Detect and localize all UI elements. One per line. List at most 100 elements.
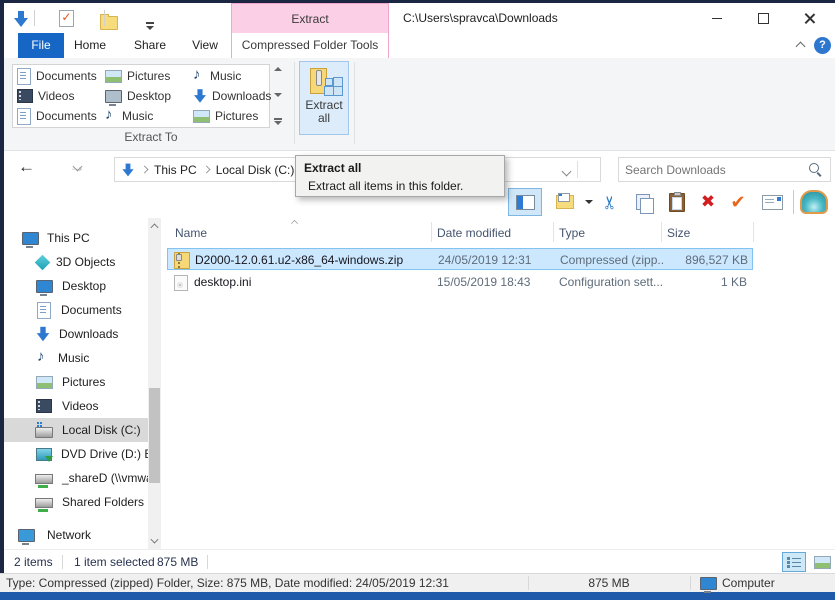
search-input[interactable] <box>619 163 809 177</box>
tab-home[interactable]: Home <box>67 33 113 58</box>
search-box <box>618 157 831 182</box>
tab-compressed-folder-tools[interactable]: Compressed Folder Tools <box>231 33 389 58</box>
sidebar-item-3d-objects[interactable]: 3D Objects <box>4 250 148 274</box>
gallery-scroll-up-icon[interactable] <box>274 67 282 71</box>
gallery-scroll-down-icon[interactable] <box>274 93 282 97</box>
sidebar-item-music[interactable]: Music <box>4 346 148 370</box>
cube-icon <box>35 254 51 270</box>
minimize-button[interactable] <box>696 3 738 33</box>
column-date-modified[interactable]: Date modified <box>437 222 511 244</box>
tab-share[interactable]: Share <box>127 33 173 58</box>
cut-button[interactable] <box>598 188 624 216</box>
folder-icon[interactable] <box>100 16 118 30</box>
column-name[interactable]: Name <box>175 222 207 244</box>
document-icon <box>17 68 31 85</box>
column-divider[interactable] <box>553 222 554 242</box>
extract-to-desktop[interactable]: Desktop <box>105 86 193 106</box>
tab-file[interactable]: File <box>18 33 64 58</box>
tooltip-body: Extract all items in this folder. <box>304 179 496 193</box>
extract-to-music-2[interactable]: Music <box>105 106 193 126</box>
column-divider[interactable] <box>753 222 754 242</box>
email-button[interactable] <box>759 188 785 216</box>
file-row-zip[interactable]: D2000-12.0.61.u2-x86_64-windows.zip 24/0… <box>167 248 753 270</box>
breadcrumb-separator-icon <box>141 166 149 174</box>
paste-button[interactable] <box>664 188 690 216</box>
column-size[interactable]: Size <box>667 222 690 244</box>
extract-to-videos[interactable]: Videos <box>17 86 105 106</box>
sidebar-item-documents[interactable]: Documents <box>4 298 148 322</box>
status-bar: 2 items 1 item selected 875 MB <box>4 549 835 574</box>
maximize-button[interactable] <box>742 3 784 33</box>
total-size: 875 MB <box>530 574 688 592</box>
extract-to-downloads[interactable]: Downloads <box>193 86 275 106</box>
copy-button[interactable] <box>630 188 656 216</box>
downloads-arrow-icon[interactable] <box>14 11 28 27</box>
sidebar-item-videos[interactable]: Videos <box>4 394 148 418</box>
picture-icon <box>105 70 122 83</box>
picture-icon <box>36 376 53 389</box>
maximize-icon <box>758 13 769 24</box>
ribbon-tab-row: File Home Share View Compressed Folder T… <box>4 33 835 58</box>
copy-icon <box>636 194 650 210</box>
thumbnails-view-button[interactable] <box>810 552 834 572</box>
classic-shell-button[interactable] <box>799 188 829 216</box>
folder-options-dropdown-icon[interactable] <box>585 200 593 204</box>
scroll-down-icon[interactable] <box>151 536 159 544</box>
sidebar-item-this-pc[interactable]: This PC <box>4 226 148 250</box>
properties-check-icon[interactable] <box>59 10 74 27</box>
gallery-scroll <box>274 64 290 128</box>
scrollbar-thumb[interactable] <box>149 388 160 483</box>
breadcrumb-this-pc[interactable]: This PC <box>154 163 197 177</box>
navigation-pane-toggle-button[interactable] <box>508 188 542 216</box>
extract-to-documents[interactable]: Documents <box>17 66 105 86</box>
extract-to-documents-2[interactable]: Documents <box>17 106 105 126</box>
status-separator <box>207 555 208 569</box>
music-icon <box>37 351 49 366</box>
gallery-more-icon[interactable] <box>274 118 282 125</box>
sidebar-item-local-disk-c[interactable]: Local Disk (C:) <box>4 418 148 442</box>
sidebar-item-desktop[interactable]: Desktop <box>4 274 148 298</box>
scroll-up-icon[interactable] <box>151 224 159 232</box>
extract-to-pictures-2[interactable]: Pictures <box>193 106 275 126</box>
contextual-tab-header[interactable]: Extract <box>231 3 389 33</box>
tab-view[interactable]: View <box>183 33 227 58</box>
extract-to-pictures[interactable]: Pictures <box>105 66 193 86</box>
selection-count: 1 item selected <box>74 550 155 574</box>
sidebar-item-dvd-drive[interactable]: DVD Drive (D:) ES <box>4 442 148 466</box>
folder-options-button[interactable] <box>552 188 578 216</box>
extract-to-music[interactable]: Music <box>193 66 275 86</box>
qat-customize-icon[interactable] <box>145 22 155 31</box>
breadcrumb-separator-icon <box>202 166 210 174</box>
help-icon[interactable]: ? <box>814 37 831 54</box>
minimize-ribbon-icon[interactable] <box>796 42 806 52</box>
column-divider[interactable] <box>661 222 662 242</box>
close-button[interactable] <box>789 3 831 33</box>
address-dropdown-icon[interactable] <box>562 167 572 177</box>
column-type[interactable]: Type <box>559 222 585 244</box>
details-view-button[interactable] <box>782 552 806 572</box>
file-row-desktop-ini[interactable]: desktop.ini 15/05/2019 18:43 Configurati… <box>167 271 753 293</box>
group-label-extract-to: Extract To <box>12 130 290 144</box>
email-icon <box>762 195 783 210</box>
breadcrumb-local-disk-c[interactable]: Local Disk (C:) <box>216 163 295 177</box>
computer-icon <box>22 232 39 245</box>
sidebar-item-shared[interactable]: _shareD (\\vmwa <box>4 466 148 490</box>
column-divider[interactable] <box>431 222 432 242</box>
search-icon[interactable] <box>809 163 822 176</box>
sidebar-scrollbar[interactable] <box>148 218 161 549</box>
sidebar-item-pictures[interactable]: Pictures <box>4 370 148 394</box>
extract-all-button[interactable]: Extract all <box>299 61 349 135</box>
location-downloads-icon <box>122 163 133 176</box>
ribbon: Documents Pictures Music Videos Desktop … <box>4 58 835 151</box>
apply-button[interactable] <box>725 188 751 216</box>
sidebar-item-shared-folders[interactable]: Shared Folders (\ <box>4 490 148 514</box>
sidebar-item-downloads[interactable]: Downloads <box>4 322 148 346</box>
explorer-window: Extract C:\Users\spravca\Downloads File … <box>0 0 835 600</box>
sidebar-item-network[interactable]: Network <box>4 523 148 547</box>
video-icon <box>17 89 33 103</box>
tooltip-title: Extract all <box>304 161 496 175</box>
shellbar-separator <box>690 576 691 590</box>
delete-button[interactable] <box>695 188 721 216</box>
zip-file-icon <box>174 252 190 269</box>
back-icon[interactable] <box>18 157 35 177</box>
